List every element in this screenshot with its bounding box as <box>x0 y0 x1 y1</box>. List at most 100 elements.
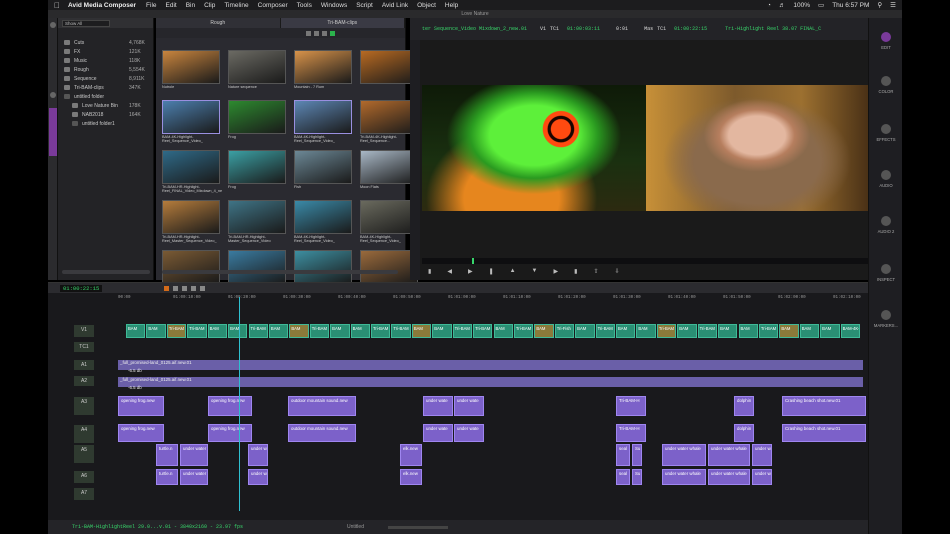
audio-clip[interactable]: Tri-BAM-H <box>616 396 646 416</box>
audio-clip[interactable]: Crashing beach shot.new.01 <box>782 396 866 416</box>
close-window-icon[interactable] <box>50 22 56 28</box>
audio-clip[interactable]: under water whale <box>662 469 706 485</box>
video-clip[interactable]: Tri-BAM <box>166 324 187 338</box>
palette-inspect[interactable]: INSPECT <box>869 264 903 282</box>
trim-icon[interactable] <box>191 285 197 291</box>
bin-item[interactable]: untitled folder <box>58 92 153 101</box>
video-clip[interactable]: BAM <box>411 324 432 338</box>
menu-object[interactable]: Object <box>417 2 436 9</box>
clip-thumbnail[interactable]: Tri-BAM-HR-Highlight-Reel_Master_Sequenc… <box>162 200 222 244</box>
clip-thumbnail[interactable]: Tri-BAM-HR-Highlight-Master_Sequence_Vid… <box>228 200 288 244</box>
record-monitor-frame[interactable] <box>646 85 868 211</box>
video-clip[interactable]: Tri-BAM <box>391 324 411 338</box>
bin-item[interactable]: Love Nature Bin 178K <box>58 101 153 110</box>
play-icon[interactable]: ▶ <box>468 268 473 275</box>
bin-item[interactable]: untitled folder1 <box>58 119 153 128</box>
audio-clip[interactable]: under wate <box>423 396 453 416</box>
bin-item[interactable]: Music 118K <box>58 56 153 65</box>
video-clip[interactable]: Tri-BAM <box>371 324 391 338</box>
video-clip[interactable]: BAM <box>350 324 370 338</box>
track-selector[interactable]: V1 <box>74 324 94 338</box>
video-clip[interactable]: Tri-BAM <box>248 324 268 338</box>
extract-splice-icon[interactable] <box>182 285 188 291</box>
video-clip[interactable]: BAM <box>534 324 554 338</box>
thumb-scrollbar[interactable] <box>162 270 398 274</box>
audio-clip[interactable]: outdoor mountain sound.new <box>288 396 356 416</box>
video-clip[interactable]: Tri-BAM <box>187 324 207 338</box>
menu-windows[interactable]: Windows <box>321 2 347 9</box>
active-bin-tab[interactable] <box>49 108 57 156</box>
lift-overwrite-icon[interactable] <box>173 285 179 291</box>
audio-clip[interactable]: seal <box>616 469 630 485</box>
audio-clip[interactable]: under wate <box>454 424 484 442</box>
tab-tri-bam-clips[interactable]: Tri-BAM-clips <box>280 18 405 28</box>
menu-edit[interactable]: Edit <box>166 2 177 9</box>
menu-script[interactable]: Script <box>356 2 373 9</box>
spotlight-search-icon[interactable]: ⚲ <box>877 1 882 9</box>
record-play-icon[interactable]: ▶ <box>554 268 559 275</box>
video-clip[interactable]: BAM <box>207 324 228 338</box>
video-clip[interactable]: BAM <box>146 324 166 338</box>
bin-toggle-icon[interactable] <box>50 92 56 98</box>
timeline-ruler[interactable]: 00:00 01:00:10:00 01:00:20:00 01:00:30:00 01… <box>118 296 868 304</box>
position-bar[interactable] <box>422 258 868 264</box>
audio-clip[interactable]: turtle.n <box>156 444 178 466</box>
source-timecode[interactable]: 01:00:03:11 <box>567 26 600 32</box>
track-selector[interactable]: A2 <box>74 376 94 386</box>
bin-item[interactable]: FX 121K <box>58 47 153 56</box>
timeline-view-name[interactable]: Untitled <box>347 524 364 530</box>
video-clip[interactable]: Tri-BAM <box>473 324 493 338</box>
track-selector[interactable]: A5 <box>74 445 94 463</box>
menu-help[interactable]: Help <box>445 2 458 9</box>
audio-clip[interactable]: under water whale <box>752 444 772 466</box>
step-back-icon[interactable]: ◀ <box>447 268 452 275</box>
video-clip[interactable]: BAM <box>718 324 738 338</box>
audio-clip[interactable]: _full_promised-land_0125.aif.new.01 <box>118 377 863 387</box>
record-timecode[interactable]: 01:00:22:15 <box>674 26 707 32</box>
menu-composer[interactable]: Composer <box>258 2 288 9</box>
record-mark-in-icon[interactable]: ▮ <box>574 268 577 275</box>
audio-clip[interactable]: opening frog.new <box>208 424 252 442</box>
video-clip[interactable]: Tri-BAM <box>309 324 330 338</box>
menubar-clock[interactable]: Thu 6:57 PM <box>832 2 869 9</box>
clip-thumbnail[interactable]: Frog <box>228 100 288 144</box>
audio-clip[interactable]: under water whale <box>708 444 750 466</box>
audio-clip[interactable]: opening frog.new <box>118 396 164 416</box>
volume-icon[interactable]: ♬ <box>779 2 786 9</box>
video-clip[interactable]: BAM <box>493 324 513 338</box>
track-selector[interactable]: TC1 <box>74 342 94 352</box>
timeline-timecode[interactable]: 01:00:22:15 <box>60 284 103 292</box>
video-clip[interactable]: Tri-BAM <box>452 324 473 338</box>
audio-clip[interactable]: elk.new <box>400 444 422 466</box>
audio-clip[interactable]: elk.new <box>400 469 422 485</box>
bin-item[interactable]: Tri-BAM-clips 347K <box>58 83 153 92</box>
mark-in-icon[interactable]: ▮ <box>428 268 431 275</box>
lift-icon[interactable]: ⇧ <box>593 268 598 275</box>
audio-clip[interactable]: _full_promised-land_0125.aif.new.01 <box>118 360 863 370</box>
video-clip[interactable]: BAM <box>779 324 799 338</box>
video-clip[interactable]: BAM <box>126 324 146 338</box>
audio-clip[interactable]: Su <box>632 444 642 466</box>
track-selector[interactable]: A7 <box>74 488 94 500</box>
audio-clip[interactable]: seal <box>616 444 630 466</box>
video-clip[interactable]: BAM <box>268 324 289 338</box>
audio-clip[interactable]: under water <box>180 469 208 485</box>
splice-in-icon[interactable]: ▲ <box>510 268 516 274</box>
clip-thumbnail[interactable]: Frog <box>228 150 288 194</box>
menu-bin[interactable]: Bin <box>186 2 195 9</box>
video-clip[interactable]: Tri-BAM <box>697 324 718 338</box>
menu-tools[interactable]: Tools <box>297 2 312 9</box>
timeline-scale-slider[interactable] <box>387 525 448 529</box>
bin-item[interactable]: Sequence 8,911K <box>58 74 153 83</box>
video-clip[interactable]: BAM <box>228 324 248 338</box>
video-clip[interactable]: BAM <box>799 324 820 338</box>
audio-clip[interactable]: Crashing beach shot.new.01 <box>782 424 866 442</box>
video-clip[interactable]: BAM <box>677 324 697 338</box>
audio-clip[interactable]: under water <box>180 444 208 466</box>
track-selector[interactable]: A4 <box>74 425 94 443</box>
bin-item[interactable]: Rough 5,554K <box>58 65 153 74</box>
clip-thumbnail[interactable]: BAM-4K-Highlight-Reel_Sequence_Video_ <box>294 200 354 244</box>
record-sequence-name[interactable]: Tri-Highlight Reel 38.07 FINAL_Copy.01 <box>725 26 821 32</box>
bin-lock-icon[interactable] <box>330 30 335 36</box>
audio-clip[interactable]: under water <box>248 469 268 485</box>
